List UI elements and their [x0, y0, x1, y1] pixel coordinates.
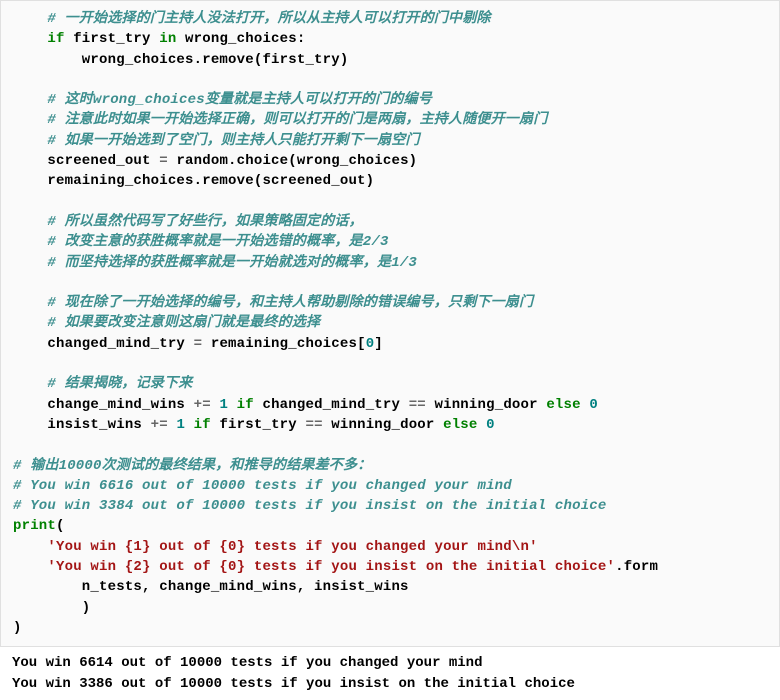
comment: # 如果要改变注意则这扇门就是最终的选择	[13, 315, 320, 331]
comment: # You win 3384 out of 10000 tests if you…	[13, 498, 607, 514]
code-line: remaining_choices.remove(screened_out)	[13, 173, 374, 189]
comment: # 改变主意的获胜概率就是一开始选错的概率，是2/3	[13, 234, 389, 250]
comment: # 如果一开始选到了空门，则主持人只能打开剩下一扇空门	[13, 133, 420, 149]
code-line: n_tests, change_mind_wins, insist_wins	[13, 579, 409, 595]
comment: # 而坚持选择的获胜概率就是一开始就选对的概率，是1/3	[13, 255, 417, 271]
comment: # 注意此时如果一开始选择正确，则可以打开的门是两扇，主持人随便开一扇门	[13, 112, 547, 128]
keyword-if: if	[47, 31, 64, 47]
comment: # 结果揭晓，记录下来	[13, 376, 192, 392]
string-literal: 'You win {1} out of {0} tests if you cha…	[13, 539, 538, 555]
comment: # 输出10000次测试的最终结果，和推导的结果差不多：	[13, 458, 371, 474]
comment: # 这时wrong_choices变量就是主持人可以打开的门的编号	[13, 92, 432, 108]
print-call: print	[13, 518, 56, 534]
comment: # 一开始选择的门主持人没法打开，所以从主持人可以打开的门中剔除	[13, 11, 491, 27]
code-line: wrong_choices.remove(first_try)	[13, 52, 348, 68]
keyword-in: in	[159, 31, 176, 47]
comment: # 所以虽然代码写了好些行，如果策略固定的话，	[13, 214, 363, 230]
output-line: You win 6614 out of 10000 tests if you c…	[12, 655, 482, 671]
comment: # You win 6616 out of 10000 tests if you…	[13, 478, 512, 494]
code-block: # 一开始选择的门主持人没法打开，所以从主持人可以打开的门中剔除 if firs…	[0, 0, 780, 647]
string-literal: 'You win {2} out of {0} tests if you ins…	[13, 559, 615, 575]
comment: # 现在除了一开始选择的编号，和主持人帮助剔除的错误编号，只剩下一扇门	[13, 295, 533, 311]
output-line: You win 3386 out of 10000 tests if you i…	[12, 676, 575, 692]
code-line: )	[13, 620, 22, 636]
output-block: You win 6614 out of 10000 tests if you c…	[0, 647, 780, 700]
code-line: )	[13, 600, 90, 616]
